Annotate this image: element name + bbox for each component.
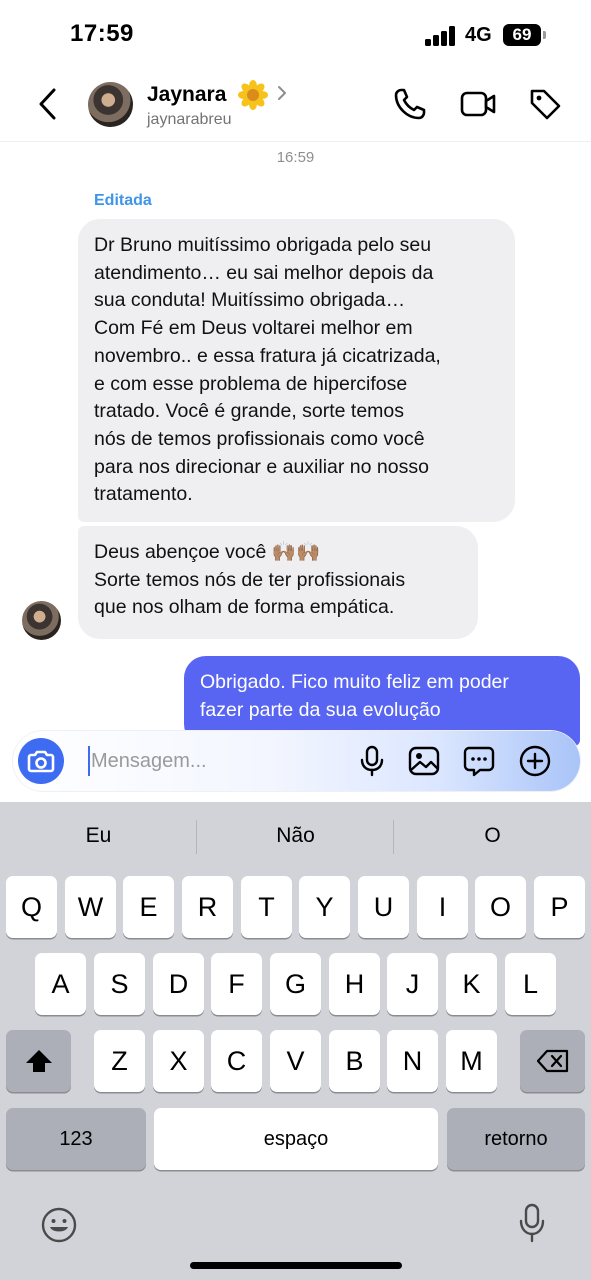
emoji-icon[interactable] [40, 1206, 78, 1244]
key-c[interactable]: C [211, 1030, 262, 1092]
suggestion-2[interactable]: Não [197, 824, 394, 848]
message-line: que nos olham de forma empática. [94, 596, 395, 619]
space-key[interactable]: espaço [154, 1108, 438, 1170]
key-m[interactable]: M [446, 1030, 497, 1092]
key-f[interactable]: F [211, 953, 262, 1015]
battery-nub [543, 31, 546, 39]
contact-avatar[interactable] [88, 82, 133, 127]
chat-header: Jaynara jaynarabreu [0, 70, 591, 142]
message-line: novembro.. e essa fratura já cicatrizada… [94, 344, 441, 367]
sender-avatar[interactable] [22, 601, 61, 640]
message-input[interactable] [79, 743, 349, 779]
contact-name[interactable]: Jaynara [147, 83, 226, 107]
edited-label: Editada [94, 192, 152, 209]
backspace-key[interactable] [520, 1030, 585, 1092]
key-k[interactable]: K [446, 953, 497, 1015]
gallery-button[interactable] [407, 744, 441, 778]
key-p[interactable]: P [534, 876, 585, 938]
suggestion-3[interactable]: O [394, 824, 591, 848]
dictation-microphone-icon[interactable] [516, 1202, 548, 1244]
backspace-icon [536, 1049, 568, 1073]
message-line: Dr Bruno muitíssimo obrigada pelo seu [94, 234, 432, 256]
key-a[interactable]: A [35, 953, 86, 1015]
more-options-button[interactable] [518, 744, 552, 778]
message-line: Sorte temos nós de ter profissionais [94, 568, 406, 591]
key-e[interactable]: E [123, 876, 174, 938]
microphone-icon [360, 745, 384, 777]
key-g[interactable]: G [270, 953, 321, 1015]
message-line: tratamento. [94, 483, 193, 506]
incoming-message[interactable]: Deus abençoe você 🙌🏽🙌🏽 Sorte temos nós d… [78, 526, 478, 639]
back-button[interactable] [32, 84, 68, 124]
chevron-left-icon [39, 88, 56, 120]
text-cursor [88, 746, 90, 776]
incoming-message[interactable]: Dr Bruno muitíssimo obrigada pelo seu at… [78, 219, 515, 522]
key-b[interactable]: B [329, 1030, 380, 1092]
chevron-right-icon[interactable] [274, 84, 288, 102]
battery-icon: 69 [503, 24, 541, 46]
key-t[interactable]: T [241, 876, 292, 938]
key-u[interactable]: U [358, 876, 409, 938]
home-indicator [190, 1262, 402, 1269]
key-q[interactable]: Q [6, 876, 57, 938]
message-line: sua conduta! Muitíssimo obrigada… [94, 289, 406, 312]
sunflower-icon [238, 80, 268, 110]
key-v[interactable]: V [270, 1030, 321, 1092]
message-line: para nos direcionar e auxiliar no nosso [94, 455, 429, 478]
message-line: fazer parte da sua evolução [200, 698, 441, 721]
tag-icon [530, 89, 561, 120]
key-j[interactable]: J [387, 953, 438, 1015]
video-call-button[interactable] [459, 87, 497, 121]
plus-circle-icon [519, 745, 551, 777]
message-line: Obrigado. Fico muito feliz em poder [200, 671, 509, 693]
key-d[interactable]: D [153, 953, 204, 1015]
voice-call-button[interactable] [392, 86, 428, 122]
key-r[interactable]: R [182, 876, 233, 938]
message-composer [13, 731, 580, 791]
network-type: 4G [465, 24, 492, 46]
shift-key[interactable] [6, 1030, 71, 1092]
message-line: nós de temos profissionais como você [94, 427, 425, 450]
return-key[interactable]: retorno [447, 1108, 585, 1170]
message-line: Deus abençoe você 🙌🏽🙌🏽 [94, 541, 321, 563]
voice-message-button[interactable] [355, 744, 389, 778]
key-s[interactable]: S [94, 953, 145, 1015]
battery-level: 69 [512, 25, 532, 44]
cellular-signal-icon [425, 26, 457, 46]
message-line: tratado. Você é grande, sorte temos [94, 400, 405, 423]
key-i[interactable]: I [417, 876, 468, 938]
key-h[interactable]: H [329, 953, 380, 1015]
message-line: atendimento… eu sai melhor depois da [94, 261, 434, 284]
phone-icon [394, 88, 426, 120]
contact-username[interactable]: jaynarabreu [147, 111, 232, 129]
key-x[interactable]: X [153, 1030, 204, 1092]
image-icon [408, 746, 440, 776]
key-l[interactable]: L [505, 953, 556, 1015]
message-timestamp: 16:59 [276, 149, 315, 166]
key-n[interactable]: N [387, 1030, 438, 1092]
chat-bubble-icon [463, 746, 495, 777]
key-y[interactable]: Y [299, 876, 350, 938]
camera-button[interactable] [18, 738, 64, 784]
key-z[interactable]: Z [94, 1030, 145, 1092]
message-line: Com Fé em Deus voltarei melhor em [94, 317, 413, 340]
sticker-button[interactable] [462, 744, 496, 778]
keyboard: Eu Não O Q W E R T Y U I O P A S D F G H… [0, 802, 591, 1280]
key-o[interactable]: O [475, 876, 526, 938]
status-bar: 17:59 4G 69 [0, 0, 591, 70]
status-time: 17:59 [70, 20, 134, 47]
suggestion-1[interactable]: Eu [0, 824, 197, 848]
shift-arrow-icon [25, 1050, 52, 1072]
video-camera-icon [460, 91, 496, 117]
key-w[interactable]: W [65, 876, 116, 938]
numbers-key[interactable]: 123 [6, 1108, 146, 1170]
camera-icon [27, 750, 55, 773]
message-line: e com esse problema de hipercifose [94, 372, 408, 395]
label-button[interactable] [527, 86, 563, 122]
